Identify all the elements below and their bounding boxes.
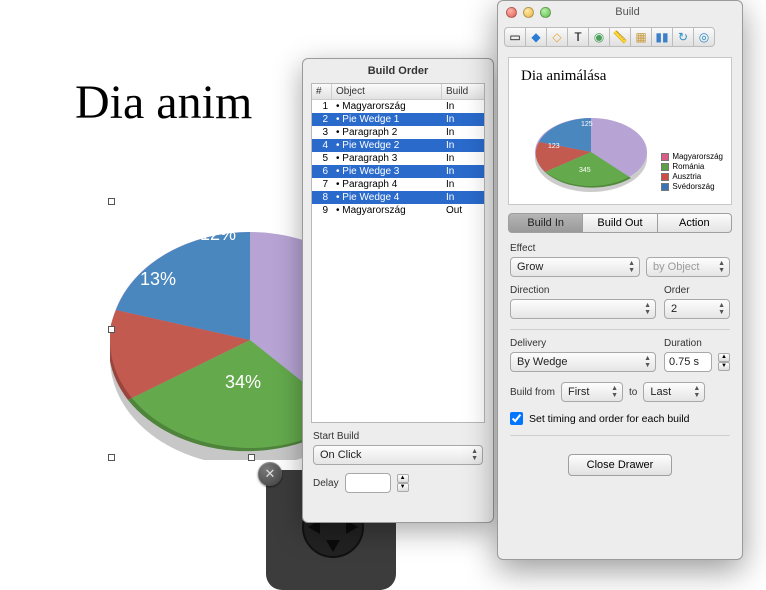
delivery-label: Delivery — [510, 338, 656, 349]
pie-label-34: 34% — [225, 372, 261, 392]
build-order-row[interactable]: 5• Paragraph 3In — [312, 152, 484, 165]
tab-action[interactable]: Action — [658, 213, 732, 233]
selection-handle[interactable] — [108, 454, 115, 461]
svg-text:125: 125 — [581, 121, 593, 128]
build-inspector: Build ▭ ◆ ◇ T ◉ 📏 ▦ ▮▮ ↻ ◎ Dia animálása… — [497, 0, 743, 560]
direction-dropdown[interactable]: ▲▼ — [510, 299, 656, 319]
ruler-inspector-icon[interactable]: 📏 — [609, 27, 631, 47]
tab-build-out[interactable]: Build Out — [583, 213, 657, 233]
delivery-dropdown[interactable]: By Wedge▲▼ — [510, 352, 656, 372]
build-order-row[interactable]: 3• Paragraph 2In — [312, 126, 484, 139]
effect-dropdown[interactable]: Grow▲▼ — [510, 257, 640, 277]
order-dropdown[interactable]: 2▲▼ — [664, 299, 730, 319]
close-drawer-button[interactable]: Close Drawer — [568, 454, 673, 476]
effect-scope-dropdown[interactable]: by Object▲▼ — [646, 257, 730, 277]
svg-text:345: 345 — [579, 167, 591, 174]
start-build-label: Start Build — [313, 431, 483, 442]
build-inspector-icon[interactable]: ◇ — [546, 27, 568, 47]
inspector-tabs: ▭ ◆ ◇ T ◉ 📏 ▦ ▮▮ ↻ ◎ — [498, 23, 742, 51]
legend-item: Svédország — [661, 182, 723, 191]
window-minimize-icon[interactable] — [523, 7, 534, 18]
chart-inspector-icon[interactable]: ▮▮ — [651, 27, 673, 47]
effect-label: Effect — [510, 243, 730, 254]
preview-title: Dia animálása — [521, 68, 719, 85]
selection-handle[interactable] — [248, 454, 255, 461]
order-label: Order — [664, 285, 730, 296]
shape-inspector-icon[interactable]: ◉ — [588, 27, 610, 47]
build-order-row[interactable]: 9• MagyarországOut — [312, 204, 484, 217]
duration-field[interactable]: 0.75 s — [664, 352, 712, 372]
text-inspector-icon[interactable]: T — [567, 27, 589, 47]
tab-build-in[interactable]: Build In — [508, 213, 583, 233]
duration-stepper[interactable]: ▲▼ — [718, 353, 730, 371]
legend-item: Ausztria — [661, 172, 723, 181]
build-order-row[interactable]: 4• Pie Wedge 2In — [312, 139, 484, 152]
doc-inspector-icon[interactable]: ▭ — [504, 27, 526, 47]
direction-label: Direction — [510, 285, 656, 296]
window-zoom-icon[interactable] — [540, 7, 551, 18]
build-from-label: Build from — [510, 387, 555, 398]
link-inspector-icon[interactable]: ↻ — [672, 27, 694, 47]
close-overlay-icon[interactable]: ✕ — [258, 462, 282, 486]
table-inspector-icon[interactable]: ▦ — [630, 27, 652, 47]
build-order-title: Build Order — [303, 59, 493, 83]
build-order-row[interactable]: 2• Pie Wedge 1In — [312, 113, 484, 126]
start-build-dropdown[interactable]: On Click▲▼ — [313, 445, 483, 465]
legend-item: Románia — [661, 162, 723, 171]
build-order-row[interactable]: 7• Paragraph 4In — [312, 178, 484, 191]
preview-legend: MagyarországRomániaAusztriaSvédország — [661, 152, 723, 192]
delay-stepper[interactable]: ▲▼ — [397, 474, 409, 492]
window-close-icon[interactable] — [506, 7, 517, 18]
delay-label: Delay — [313, 478, 339, 489]
legend-item: Magyarország — [661, 152, 723, 161]
build-from-dropdown[interactable]: First▲▼ — [561, 382, 623, 402]
preview-pie-chart: 125 123 345 — [531, 108, 651, 194]
set-timing-checkbox[interactable]: Set timing and order for each build — [510, 412, 730, 425]
pie-label-12: 12% — [200, 224, 236, 244]
build-inspector-title: Build — [557, 6, 698, 18]
build-preview[interactable]: Dia animálása 125 123 345 MagyarországRo… — [508, 57, 732, 205]
slide-inspector-icon[interactable]: ◆ — [525, 27, 547, 47]
svg-text:123: 123 — [548, 143, 560, 150]
build-order-row[interactable]: 1• MagyarországIn — [312, 100, 484, 113]
build-order-row[interactable]: 6• Pie Wedge 3In — [312, 165, 484, 178]
delay-field[interactable] — [345, 473, 391, 493]
selection-handle[interactable] — [108, 326, 115, 333]
build-to-dropdown[interactable]: Last▲▼ — [643, 382, 705, 402]
build-order-panel: Build Order # Object Build 1• Magyarorsz… — [302, 58, 494, 523]
qt-inspector-icon[interactable]: ◎ — [693, 27, 715, 47]
build-from-to-label: to — [629, 387, 637, 398]
selection-handle[interactable] — [108, 198, 115, 205]
slide-title: Dia anim — [75, 75, 252, 130]
build-order-header: # Object Build — [312, 84, 484, 100]
build-order-row[interactable]: 8• Pie Wedge 4In — [312, 191, 484, 204]
duration-label: Duration — [664, 338, 730, 349]
build-order-table[interactable]: # Object Build 1• MagyarországIn2• Pie W… — [311, 83, 485, 423]
set-timing-check-input[interactable] — [510, 412, 523, 425]
pie-label-13: 13% — [140, 269, 176, 289]
